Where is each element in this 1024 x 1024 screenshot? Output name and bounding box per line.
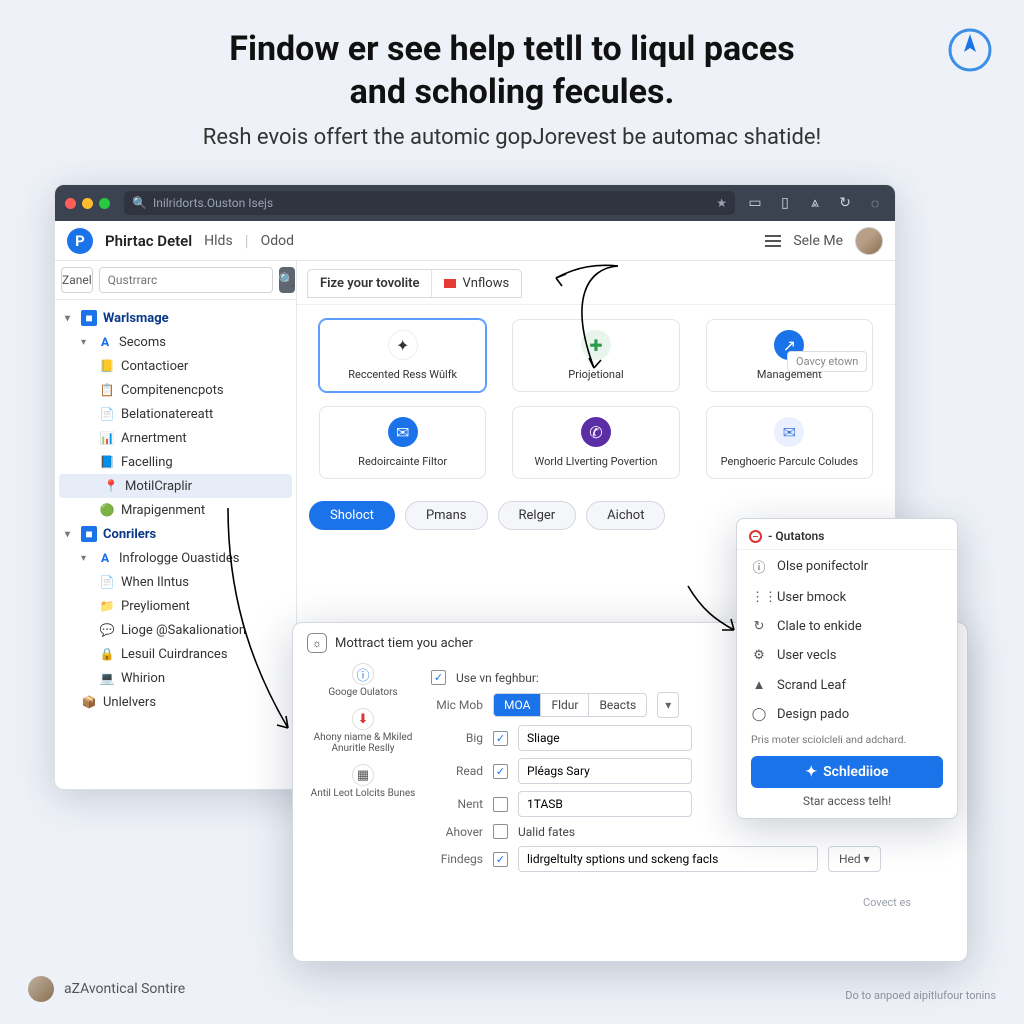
text-input[interactable] (518, 725, 692, 751)
tab-fize[interactable]: Fize your tovolite (308, 270, 432, 297)
nav-sele-me[interactable]: Sele Me (793, 233, 843, 249)
form-row: FindegsHed ▾ (431, 846, 953, 872)
mini-app[interactable]: ▦Antil Leot Lolcits Bunes (311, 764, 416, 799)
avatar[interactable] (855, 227, 883, 255)
sidebar-zone[interactable]: Zanel (61, 267, 93, 293)
sidebar-item[interactable]: ▾ASecoms (55, 330, 296, 354)
checkbox[interactable] (493, 852, 508, 867)
pop-secondary[interactable]: Star access telh! (737, 788, 957, 808)
sidebar-item[interactable]: 📄Belationatereatt (55, 402, 296, 426)
sidebar-search[interactable] (99, 267, 273, 293)
chk-feghbur[interactable] (431, 670, 446, 685)
flag-icon (444, 279, 456, 288)
sidebar-item[interactable]: 📘Facelling (55, 450, 296, 474)
covect-link[interactable]: Covect es (863, 896, 911, 909)
popover-item[interactable]: ▲Scrand Leaf (737, 670, 957, 700)
panel-title: Mottract tiem you acher (335, 636, 473, 651)
address-bar[interactable]: 🔍 Inilridorts.Ouston Isejs ★ (124, 191, 735, 215)
app-logo[interactable]: P (67, 228, 93, 254)
footer-left: aZAvontical Sontire (28, 976, 185, 1002)
form-row: AhoverUalid fates (431, 824, 953, 839)
checkbox[interactable] (493, 764, 508, 779)
sidebar-item[interactable]: ▾■Warlsmage (55, 306, 296, 330)
popover-item[interactable]: ⓘOlse ponifectolr (737, 550, 957, 583)
reload-icon[interactable]: ↻ (835, 195, 855, 211)
popover-item[interactable]: ↻Clale to enkide (737, 612, 957, 641)
checkbox[interactable] (493, 797, 508, 812)
popover-item[interactable]: ⋮⋮User bmock (737, 583, 957, 612)
app-card[interactable]: ✦Reccented Ress Wûlfk (319, 319, 486, 392)
text-input[interactable] (518, 758, 692, 784)
app-card[interactable]: ✉Redoircainte Filtor (319, 406, 486, 479)
sidebar-item[interactable]: 📋Compitenencpots (55, 378, 296, 402)
sidebar-item[interactable]: 📍MotilCraplir (59, 474, 292, 498)
mini-app[interactable]: ⓘGooge Oulators (328, 663, 397, 698)
qutatons-popover: - Qutatons ⓘOlse ponifectolr⋮⋮User bmock… (736, 518, 958, 819)
popover-item[interactable]: ⚙User vecls (737, 641, 957, 670)
nav-odod[interactable]: Odod (261, 233, 294, 249)
btn-sholoct[interactable]: Sholoct (309, 501, 395, 530)
sidebar-item[interactable]: 📊Arnertment (55, 426, 296, 450)
app-card[interactable]: ✉Penghoeric Parculc Coludes (706, 406, 873, 479)
avatar (28, 976, 54, 1002)
btn-aichot[interactable]: Aichot (586, 501, 665, 530)
footer-right: Do to anpoed aipitlufour tonins (845, 989, 996, 1002)
seg-micmob[interactable]: MOAFldurBeacts (493, 693, 647, 717)
btn-relger[interactable]: Relger (498, 501, 577, 530)
hamburger-icon[interactable] (765, 235, 781, 247)
tab-vnflows[interactable]: Vnflows (432, 270, 521, 297)
hero-title: Findow er see help tetll to liqul pacesa… (60, 28, 964, 113)
app-title: Phirtac Detel (105, 232, 192, 250)
star-icon[interactable]: ★ (716, 196, 727, 210)
hed-dd[interactable]: Hed ▾ (828, 846, 881, 872)
doc-icon[interactable]: ▯ (775, 195, 795, 211)
browser-chrome: 🔍 Inilridorts.Ouston Isejs ★ ▭ ▯ ⩓ ↻ ◌ (55, 185, 895, 221)
traffic-lights[interactable] (65, 198, 110, 209)
mini-app[interactable]: ⬇Ahony niame & Mkiled Anuritle Reslly (307, 708, 419, 754)
bookmark-icon[interactable]: ⩓ (805, 195, 825, 211)
btn-pmans[interactable]: Pmans (405, 501, 488, 530)
hero-sub: Resh evois offert the automic gopJoreves… (60, 125, 964, 150)
text-input[interactable] (518, 791, 692, 817)
app-bar: P Phirtac Detel Hlds | Odod Sele Me (55, 221, 895, 261)
checkbox[interactable] (493, 824, 508, 839)
panel-icon: ☼ (307, 633, 327, 653)
seg-dd[interactable]: ▾ (657, 692, 679, 718)
pop-note: Pris moter sciolcleli and adchard. (737, 729, 957, 750)
checkbox[interactable] (493, 731, 508, 746)
compass-icon (946, 26, 994, 74)
nav-hlds[interactable]: Hlds (204, 233, 233, 249)
app-card[interactable]: ✆World Llverting Povertion (512, 406, 679, 479)
hint-chip: Oavcy etown (787, 351, 867, 372)
sidebar-item[interactable]: 📒Contactioer (55, 354, 296, 378)
ringx-icon (749, 530, 762, 543)
text-input[interactable] (518, 846, 818, 872)
popover-item[interactable]: ◯Design pado (737, 700, 957, 729)
cast-icon[interactable]: ▭ (745, 195, 765, 211)
schedule-button[interactable]: ✦ Schlediioe (751, 756, 943, 788)
sidebar-search-btn[interactable]: 🔍 (279, 267, 295, 293)
search-icon: 🔍 (132, 196, 147, 210)
more-icon[interactable]: ◌ (865, 195, 885, 212)
